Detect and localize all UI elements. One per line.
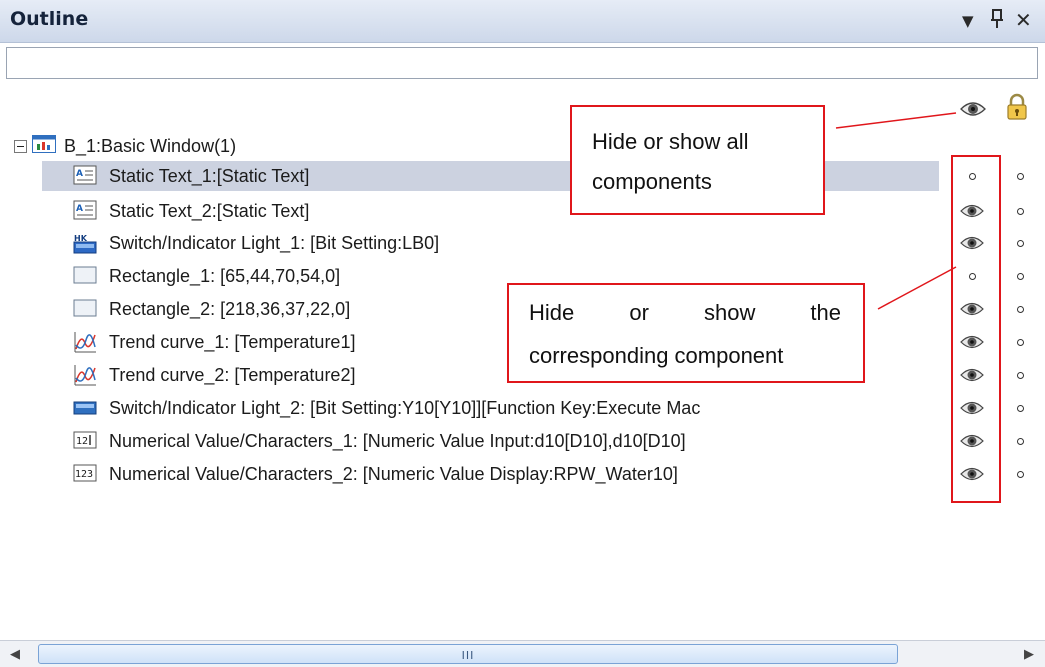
horizontal-scrollbar[interactable]: ◀ III ▶ bbox=[0, 640, 1045, 667]
scroll-right-icon[interactable]: ▶ bbox=[1018, 644, 1040, 664]
callout-word: the bbox=[810, 300, 841, 325]
callout-word: Hide bbox=[529, 300, 575, 325]
scrollbar-thumb[interactable]: III bbox=[38, 644, 898, 664]
callout-hide-show-corresponding: Hide or show the corresponding component bbox=[507, 283, 865, 383]
scrollbar-grip: III bbox=[461, 649, 475, 662]
callout-word: show bbox=[703, 300, 756, 325]
scroll-left-icon[interactable]: ◀ bbox=[4, 644, 26, 664]
callout-line: corresponding component bbox=[529, 343, 784, 368]
callout-word: or bbox=[629, 300, 649, 325]
